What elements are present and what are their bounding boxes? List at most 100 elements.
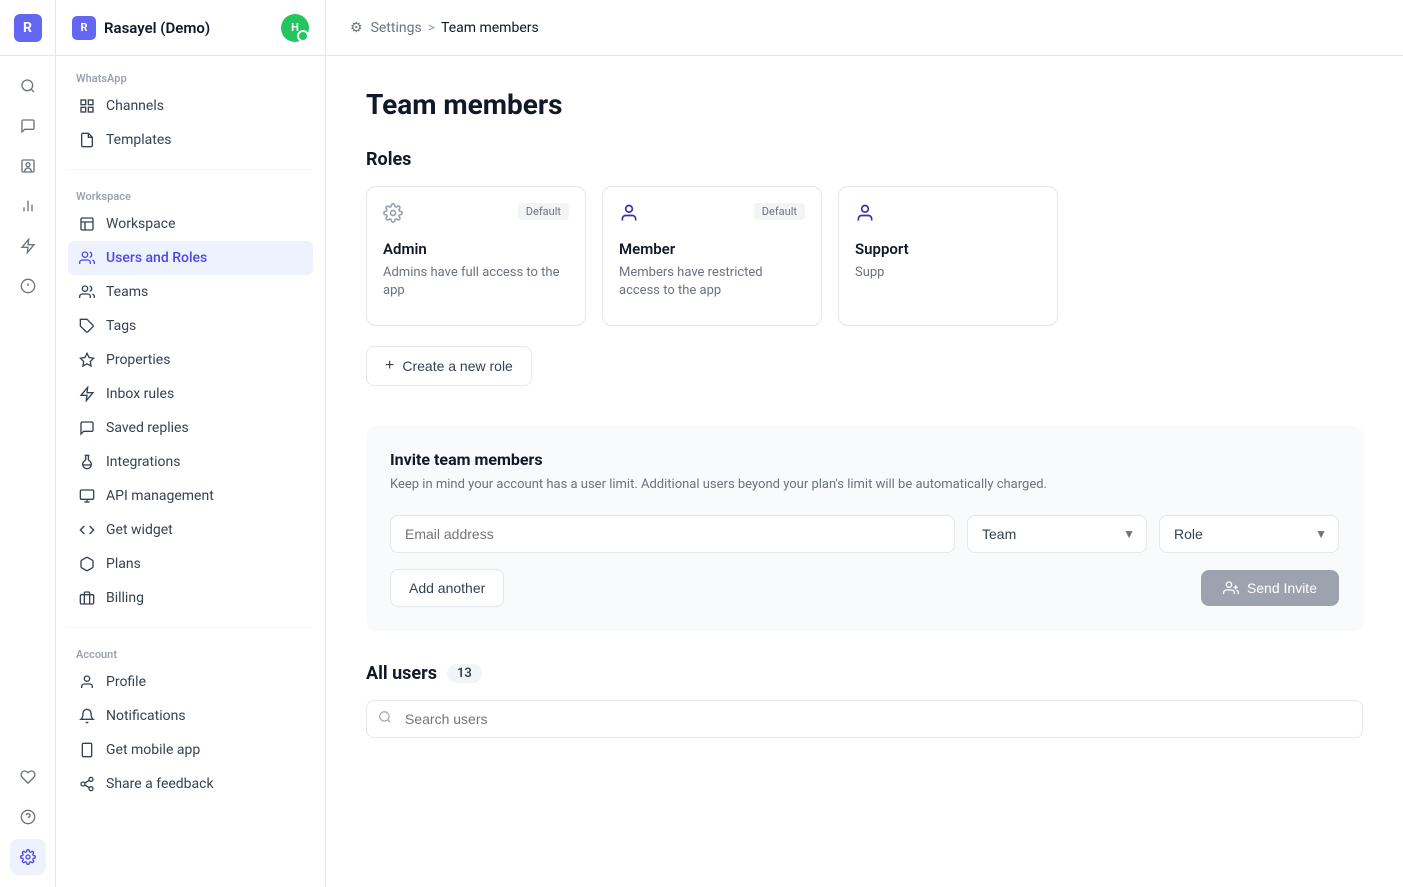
- all-users-header: All users 13: [366, 663, 1363, 684]
- teams-icon: [78, 283, 96, 301]
- mobile-app-icon: [78, 741, 96, 759]
- workspace-section: Workspace Workspace Users and Roles Team…: [56, 174, 325, 623]
- email-address-input[interactable]: [390, 515, 955, 553]
- help-icon[interactable]: [10, 799, 46, 835]
- sidebar-item-plans[interactable]: Plans: [68, 547, 313, 581]
- icon-bar: R: [0, 0, 56, 887]
- sidebar-item-templates[interactable]: Templates: [68, 123, 313, 157]
- sidebar-divider-1: [68, 169, 313, 170]
- sidebar-item-get-mobile-app[interactable]: Get mobile app: [68, 733, 313, 767]
- sidebar-item-api-management[interactable]: API management: [68, 479, 313, 513]
- admin-role-icon: [383, 203, 403, 228]
- role-card-admin[interactable]: Default Admin Admins have full access to…: [366, 186, 586, 326]
- sidebar-item-teams[interactable]: Teams: [68, 275, 313, 309]
- sidebar-item-get-widget[interactable]: Get widget: [68, 513, 313, 547]
- invite-form-row: Team ▼ Role Admin Member Support ▼: [390, 515, 1339, 553]
- sidebar-divider-2: [68, 627, 313, 628]
- breadcrumb-separator: >: [428, 20, 435, 36]
- profile-icon: [78, 673, 96, 691]
- support-role-description: Supp: [855, 264, 1041, 282]
- sidebar-item-users-roles[interactable]: Users and Roles: [68, 241, 313, 275]
- role-card-admin-header: Default: [383, 203, 569, 228]
- content-area: Team members Roles Default Admin Admins …: [326, 56, 1403, 887]
- sidebar: R Rasayel (Demo) H WhatsApp Channels Tem…: [56, 0, 326, 887]
- tags-icon: [78, 317, 96, 335]
- search-icon[interactable]: [10, 68, 46, 104]
- breadcrumb: Settings > Team members: [371, 20, 539, 36]
- sidebar-item-profile[interactable]: Profile: [68, 665, 313, 699]
- send-invite-button[interactable]: Send Invite: [1201, 570, 1339, 606]
- automation-icon[interactable]: [10, 228, 46, 264]
- role-card-support[interactable]: Support Supp: [838, 186, 1058, 326]
- topbar: ⚙ Settings > Team members: [326, 0, 1403, 56]
- sidebar-item-inbox-rules[interactable]: Inbox rules: [68, 377, 313, 411]
- sidebar-item-tags[interactable]: Tags: [68, 309, 313, 343]
- sidebar-item-share-feedback[interactable]: Share a feedback: [68, 767, 313, 801]
- templates-icon: [78, 131, 96, 149]
- notifications-icon: [78, 707, 96, 725]
- sidebar-app-name: R Rasayel (Demo): [72, 16, 210, 40]
- role-card-member-header: Default: [619, 203, 805, 228]
- member-role-description: Members have restricted access to the ap…: [619, 264, 805, 300]
- billing-icon: [78, 589, 96, 607]
- roles-grid: Default Admin Admins have full access to…: [366, 186, 1363, 326]
- plus-icon: +: [385, 357, 394, 375]
- search-users-input[interactable]: [366, 700, 1363, 738]
- sidebar-item-workspace[interactable]: Workspace: [68, 207, 313, 241]
- settings-icon[interactable]: [10, 839, 46, 875]
- account-section-label: Account: [68, 648, 313, 661]
- users-count-badge: 13: [447, 664, 482, 683]
- breadcrumb-current-page: Team members: [441, 20, 539, 36]
- inbox-rules-icon: [78, 385, 96, 403]
- whatsapp-section-label: WhatsApp: [68, 72, 313, 85]
- create-role-button[interactable]: + Create a new role: [366, 346, 532, 386]
- channels-icon: [78, 97, 96, 115]
- heart-icon[interactable]: [10, 759, 46, 795]
- add-another-button[interactable]: Add another: [390, 569, 504, 607]
- role-select[interactable]: Role Admin Member Support: [1159, 515, 1339, 553]
- icon-bar-items: [10, 56, 46, 747]
- invite-section: Invite team members Keep in mind your ac…: [366, 426, 1363, 631]
- sidebar-item-saved-replies[interactable]: Saved replies: [68, 411, 313, 445]
- admin-role-name: Admin: [383, 240, 569, 258]
- contacts-icon[interactable]: [10, 148, 46, 184]
- sidebar-item-notifications[interactable]: Notifications: [68, 699, 313, 733]
- sidebar-item-properties[interactable]: Properties: [68, 343, 313, 377]
- bolt-icon[interactable]: [10, 268, 46, 304]
- settings-breadcrumb-icon: ⚙: [350, 20, 363, 36]
- page-title: Team members: [366, 88, 1363, 121]
- sidebar-user-avatar[interactable]: H: [281, 14, 309, 42]
- invite-description: Keep in mind your account has a user lim…: [390, 475, 1339, 495]
- member-default-badge: Default: [754, 203, 805, 220]
- integrations-icon: [78, 453, 96, 471]
- team-select-wrapper: Team ▼: [967, 515, 1147, 553]
- role-card-member[interactable]: Default Member Members have restricted a…: [602, 186, 822, 326]
- role-select-wrapper: Role Admin Member Support ▼: [1159, 515, 1339, 553]
- send-invite-icon: [1223, 580, 1239, 596]
- search-users-wrapper: [366, 700, 1363, 738]
- invite-actions: Add another Send Invite: [390, 569, 1339, 607]
- sidebar-header: R Rasayel (Demo) H: [56, 0, 325, 56]
- share-feedback-icon: [78, 775, 96, 793]
- sidebar-app-logo: R: [72, 16, 96, 40]
- workspace-icon: [78, 215, 96, 233]
- app-logo-area: R: [0, 0, 55, 56]
- breadcrumb-settings[interactable]: Settings: [371, 20, 422, 36]
- icon-bar-bottom: [10, 747, 46, 887]
- main-content: ⚙ Settings > Team members Team members R…: [326, 0, 1403, 887]
- api-management-icon: [78, 487, 96, 505]
- sidebar-item-channels[interactable]: Channels: [68, 89, 313, 123]
- reports-icon[interactable]: [10, 188, 46, 224]
- plans-icon: [78, 555, 96, 573]
- properties-icon: [78, 351, 96, 369]
- member-role-icon: [619, 203, 639, 228]
- admin-default-badge: Default: [518, 203, 569, 220]
- search-users-icon: [378, 710, 392, 728]
- saved-replies-icon: [78, 419, 96, 437]
- app-logo: R: [14, 14, 42, 42]
- role-card-support-header: [855, 203, 1041, 228]
- sidebar-item-integrations[interactable]: Integrations: [68, 445, 313, 479]
- sidebar-item-billing[interactable]: Billing: [68, 581, 313, 615]
- team-select[interactable]: Team: [967, 515, 1147, 553]
- conversations-icon[interactable]: [10, 108, 46, 144]
